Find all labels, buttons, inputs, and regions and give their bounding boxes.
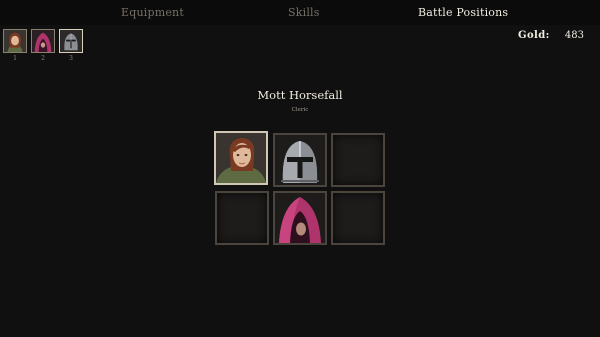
knight-helmet-icon (275, 135, 325, 185)
pink-hood-icon[interactable] (31, 29, 55, 53)
pink-hood-icon (275, 193, 325, 243)
character-class: Cleric (291, 107, 309, 113)
knight-helmet-icon[interactable] (59, 29, 83, 53)
party-member-2[interactable]: 2 (31, 29, 55, 62)
character-name: Mott Horsefall (257, 88, 343, 102)
formation-slot-back-1[interactable] (215, 191, 269, 245)
formation-slot-front-3[interactable] (331, 133, 385, 187)
woman-portrait-icon[interactable] (3, 29, 27, 53)
gold-label: Gold: (518, 30, 550, 41)
woman-portrait-icon (216, 133, 266, 183)
gold-amount: 483 (564, 30, 584, 41)
party-number-2: 2 (41, 55, 45, 62)
party-member-1[interactable]: 1 (3, 29, 27, 62)
party-member-3[interactable]: 3 (59, 29, 83, 62)
party-number-3: 3 (69, 55, 73, 62)
formation-slot-back-3[interactable] (331, 191, 385, 245)
formation-slot-front-1[interactable] (214, 131, 268, 185)
formation-slot-front-2[interactable] (273, 133, 327, 187)
tab-skills[interactable]: Skills (288, 6, 320, 19)
party-number-1: 1 (13, 55, 17, 62)
tab-battle-positions[interactable]: Battle Positions (418, 6, 508, 19)
formation-slot-back-2[interactable] (273, 191, 327, 245)
tab-equipment[interactable]: Equipment (121, 6, 184, 19)
top-navigation-bar: Equipment Skills Battle Positions (0, 0, 600, 25)
